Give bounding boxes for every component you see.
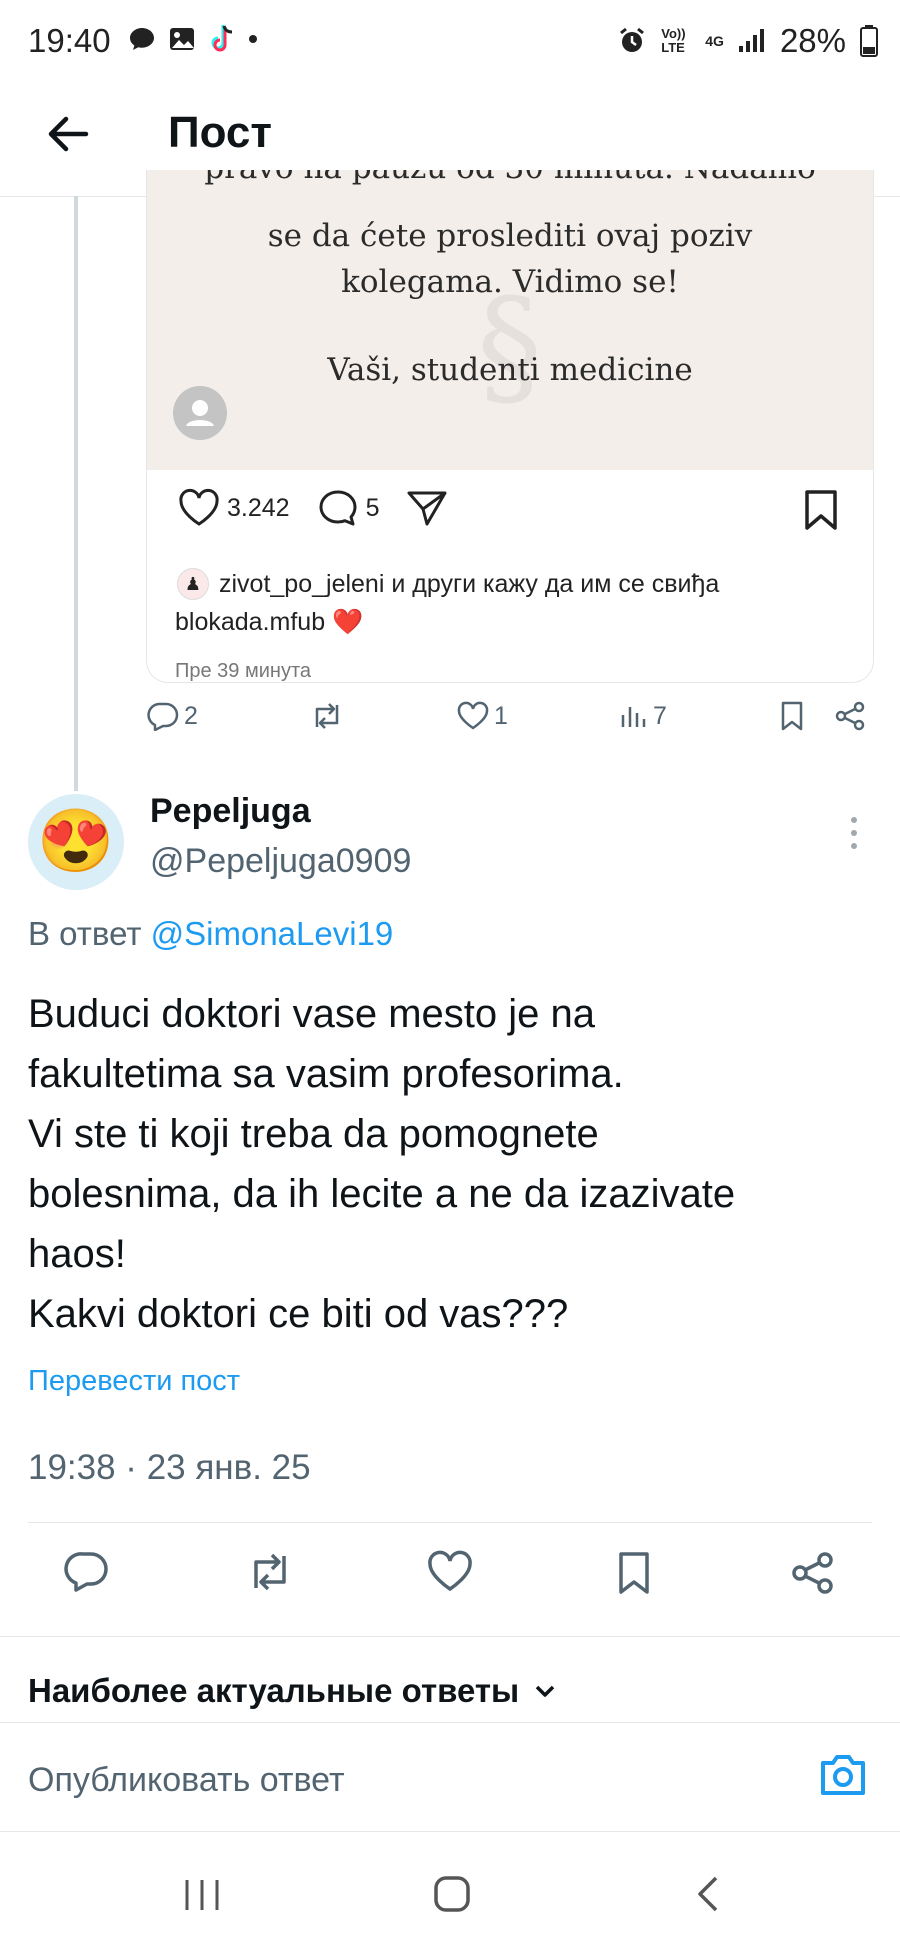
parent-replies-count: 2 <box>184 701 198 730</box>
replies-sort-dropdown[interactable]: Наиболее актуальные ответы <box>28 1672 557 1710</box>
parent-views-count: 7 <box>653 701 667 730</box>
status-time: 19:40 <box>28 22 111 59</box>
post-actions <box>28 1550 872 1614</box>
comments-count: 5 <box>365 493 380 522</box>
camera-icon[interactable] <box>818 1753 868 1797</box>
reply-to-line: В ответ @SimonaLevi19 <box>28 915 393 953</box>
parent-post-actions: 2 1 7 <box>146 700 866 732</box>
card-text-line1: se da ćete proslediti ovaj poziv <box>267 218 753 254</box>
bookmark-icon[interactable] <box>778 700 806 732</box>
chat-bubble-icon <box>130 28 154 50</box>
comment-icon[interactable] <box>316 488 360 528</box>
author-handle[interactable]: @Pepeljuga0909 <box>150 842 411 881</box>
divider <box>0 1636 900 1637</box>
embedded-instagram-card[interactable]: § pravo na pauzu od 30 minuta. Nadamo se… <box>146 170 874 683</box>
more-options-icon[interactable] <box>848 815 860 851</box>
reply-input-placeholder[interactable]: Опубликовать ответ <box>28 1761 345 1800</box>
post-time-ago: Пре 39 минута <box>175 660 312 682</box>
author-avatar[interactable]: 😍 <box>28 794 124 890</box>
reply-to-prefix: В ответ <box>28 915 142 952</box>
views-chart-icon <box>621 707 646 727</box>
caption-heart-emoji: ❤️ <box>332 608 364 636</box>
notification-icons <box>128 24 258 54</box>
author-name[interactable]: Pepeljuga <box>150 792 311 831</box>
caption: blokada.mfub ❤️ <box>175 608 363 637</box>
tiktok-icon <box>211 25 233 52</box>
share-icon[interactable] <box>834 700 866 732</box>
thread-connector-line <box>74 196 78 791</box>
parent-like-button[interactable]: 1 <box>456 701 508 731</box>
reply-composer[interactable]: Опубликовать ответ <box>0 1722 900 1832</box>
status-bar: 19:40 Vo)) LTE 4G 28% <box>0 0 900 86</box>
card-text-line2: kolegama. Vidimo se! <box>341 264 679 300</box>
reply-icon <box>147 702 179 731</box>
reply-icon[interactable] <box>64 1550 110 1594</box>
battery-percent: 28% <box>779 22 846 59</box>
repost-icon <box>315 703 339 729</box>
recent-apps-icon[interactable] <box>182 1876 222 1914</box>
default-avatar-icon <box>186 400 214 426</box>
heart-icon[interactable] <box>177 488 221 528</box>
status-right: Vo)) LTE 4G 28% <box>617 22 878 60</box>
signal-icon <box>738 29 764 52</box>
page-title: Пост <box>168 108 272 157</box>
liker-avatar: ♟ <box>177 568 209 600</box>
network-label: 4G <box>705 33 724 49</box>
translate-post-link[interactable]: Перевести пост <box>28 1365 240 1398</box>
volte-label: Vo)) LTE <box>661 26 686 55</box>
chevron-down-icon <box>535 1685 555 1697</box>
bookmark-icon[interactable] <box>614 1550 654 1596</box>
back-icon[interactable] <box>692 1874 722 1914</box>
like-icon[interactable] <box>426 1550 474 1594</box>
liked-by-text: zivot_po_jeleni и други кажу да им се св… <box>219 569 720 598</box>
home-icon[interactable] <box>432 1874 472 1914</box>
card-text-signature: Vaši, studenti medicine <box>327 352 693 388</box>
save-bookmark-icon[interactable] <box>801 488 841 532</box>
likes-count: 3.242 <box>227 493 290 522</box>
alarm-icon <box>620 27 645 52</box>
card-text-cut-line: pravo na pauzu od 30 minuta. Nadamo <box>147 170 873 190</box>
like-icon <box>457 701 489 730</box>
system-navigation-bar <box>0 1848 900 1950</box>
parent-views-button[interactable]: 7 <box>619 701 667 731</box>
divider <box>28 1522 872 1523</box>
reply-to-handle-link[interactable]: @SimonaLevi19 <box>151 915 394 952</box>
parent-likes-count: 1 <box>494 701 508 730</box>
parent-repost-button[interactable] <box>309 701 345 731</box>
gallery-icon <box>170 28 194 50</box>
liked-by-row: ♟ zivot_po_jeleni и други кажу да им се … <box>177 568 719 600</box>
instagram-actions-row: 3.242 5 <box>177 488 449 528</box>
caption-user: blokada.mfub <box>175 608 326 636</box>
post-body: Buduci doktori vase mesto je na fakultet… <box>28 992 736 1336</box>
sort-label: Наиболее актуальные ответы <box>28 1672 520 1709</box>
share-icon[interactable] <box>790 1550 836 1596</box>
repost-icon[interactable] <box>244 1550 296 1594</box>
back-arrow-icon[interactable] <box>40 106 96 162</box>
parent-actions-right <box>778 700 866 732</box>
post-timestamp[interactable]: 19:38 · 23 янв. 25 <box>28 1448 311 1488</box>
share-send-icon[interactable] <box>405 488 449 528</box>
dot-icon <box>249 35 257 43</box>
avatar-emoji: 😍 <box>37 807 115 876</box>
card-image-area: § pravo na pauzu od 30 minuta. Nadamo se… <box>147 170 873 470</box>
parent-reply-button[interactable]: 2 <box>146 701 198 731</box>
battery-icon <box>860 25 878 57</box>
card-user-avatar <box>173 386 227 440</box>
